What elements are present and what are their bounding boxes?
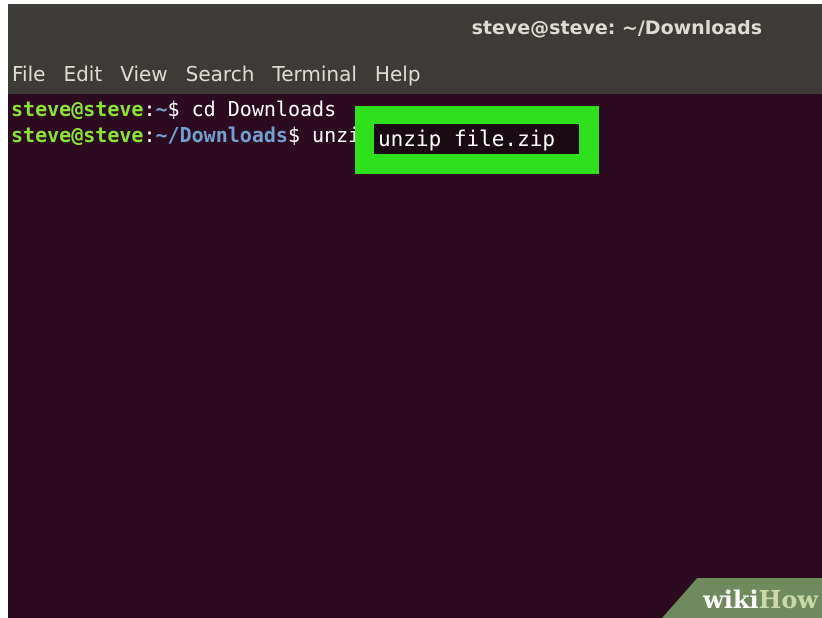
prompt-symbol: $: [167, 97, 192, 121]
menu-file[interactable]: File: [8, 62, 55, 86]
prompt-path: ~: [155, 97, 168, 121]
prompt-colon: :: [143, 123, 156, 147]
watermark-wiki: wiki: [703, 585, 759, 614]
window-title: steve@steve: ~/Downloads: [471, 17, 762, 39]
prompt-colon: :: [143, 97, 156, 121]
watermark-logo: wikiHow: [703, 585, 818, 614]
highlighted-command: unzip file.zip: [374, 124, 579, 154]
wikihow-watermark: wikiHow: [662, 578, 822, 618]
title-bar[interactable]: steve@steve: ~/Downloads: [8, 4, 822, 54]
prompt-symbol: $: [287, 123, 313, 147]
prompt-user: steve@steve: [11, 97, 144, 121]
terminal-window: steve@steve: ~/Downloads File Edit View …: [8, 4, 822, 618]
menu-edit[interactable]: Edit: [53, 62, 112, 86]
prompt-user: steve@steve: [11, 123, 144, 147]
menu-search[interactable]: Search: [176, 62, 265, 86]
menu-help[interactable]: Help: [365, 62, 431, 86]
menu-terminal[interactable]: Terminal: [262, 62, 367, 86]
prompt-path: ~/Downloads: [155, 123, 288, 147]
command-text: cd Downloads: [191, 97, 337, 121]
menu-bar: File Edit View Search Terminal Help: [8, 54, 822, 94]
menu-view[interactable]: View: [110, 62, 177, 86]
watermark-how: How: [758, 585, 818, 614]
